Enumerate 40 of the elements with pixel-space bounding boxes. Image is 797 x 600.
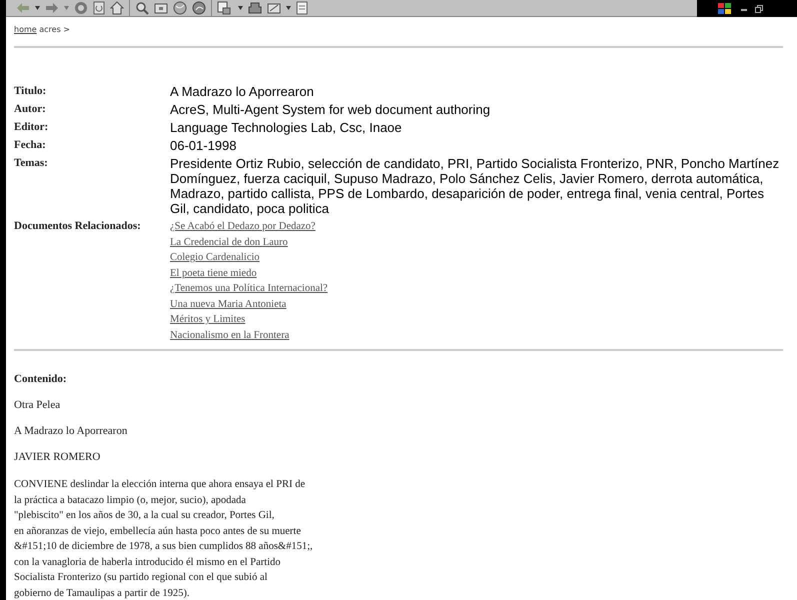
refresh-icon[interactable] [93, 1, 105, 15]
field-label: Fecha: [14, 138, 47, 153]
related-document-link[interactable]: El poeta tiene miedo [170, 266, 257, 281]
restore-icon[interactable] [755, 4, 763, 12]
field-value: A Madrazo lo Aporrearon [170, 84, 315, 99]
field-label: Editor: [14, 120, 50, 135]
globe-icon[interactable] [192, 1, 206, 15]
related-document-link[interactable]: Nacionalismo en la Frontera [170, 328, 290, 343]
mail-icon[interactable] [217, 1, 233, 15]
field-label: Titulo: [14, 84, 48, 99]
dropdown-arrow-icon[interactable] [238, 6, 243, 10]
field-value: Language Technologies Lab, Csc, Inaoe [170, 120, 403, 135]
related-document-link[interactable]: Méritos y Limites [170, 312, 246, 328]
dropdown-arrow-icon[interactable] [35, 6, 40, 10]
related-document-link[interactable]: La Credencial de don Lauro [170, 234, 288, 250]
content-paragraph: A Madrazo lo Aporrearon [14, 425, 128, 437]
breadcrumb-text: acres > [39, 25, 70, 34]
field-value: 06-01-1998 [170, 138, 238, 153]
home-icon[interactable] [110, 1, 124, 15]
field-label: Temas: [14, 156, 49, 171]
content-paragraph: Otra Pelea [14, 399, 62, 411]
windows-logo-icon [717, 2, 733, 16]
related-document-link[interactable]: Colegio Cardenalicio [170, 250, 260, 266]
field-label: Documentos Relacionados: [14, 219, 142, 234]
breadcrumb-link[interactable]: home [14, 25, 37, 34]
article-text: CONVIENE deslindar la elección interna que ahora ensaya el PRI de la práctica a batacazo limpio (o, mejor, sucio), apodada "plebiscito" en los años de 30, a la cual su creador, Portes Gil, en añoranzas de viejo, embellecía aún hasta poco antes de su muerte &#151;10 de diciembre de 1978, a sus bien cumplidos 88 años&#151;, con la vanagloria de haberla introducido él mismo en el Partido Socialista Fronterizo (su partido regional con el que subió al gobierno de Tamaulipas a partir de 1925). [14, 478, 314, 600]
document-icon[interactable] [296, 1, 308, 15]
globe-icon[interactable] [173, 1, 187, 15]
related-document-link[interactable]: ¿Se Acabó el Dedazo por Dedazo? [170, 219, 316, 234]
related-document-link[interactable]: Una nueva Maria Antonieta [170, 296, 286, 312]
content-paragraph: JAVIER ROMERO [14, 451, 102, 463]
printer-icon[interactable] [248, 2, 262, 14]
search-icon[interactable] [135, 1, 149, 15]
field-label: Autor: [14, 102, 47, 117]
field-value: Presidente Ortiz Rubio, selección de candidato, PRI, Partido Socialista Fronterizo, PNR, Poncho Martínez Domínguez, fuerza caciquil, Supuso Madrazo, Polo Sánchez Celis, Javier Romero, derrota automática, Madrazo, partido callista, PPS de Lombardo, desaparición de poder, entrega final, venia central, Portes Gil, candidato, poca politica [170, 156, 780, 216]
stop-icon[interactable] [74, 1, 88, 15]
field-value: AcreS, Multi-Agent System for web document authoring [170, 102, 492, 117]
dropdown-arrow-icon[interactable] [286, 6, 291, 10]
related-document-link[interactable]: ¿Tenemos una Política Internacional? [170, 281, 328, 296]
content-label: Contenido: [14, 373, 68, 385]
